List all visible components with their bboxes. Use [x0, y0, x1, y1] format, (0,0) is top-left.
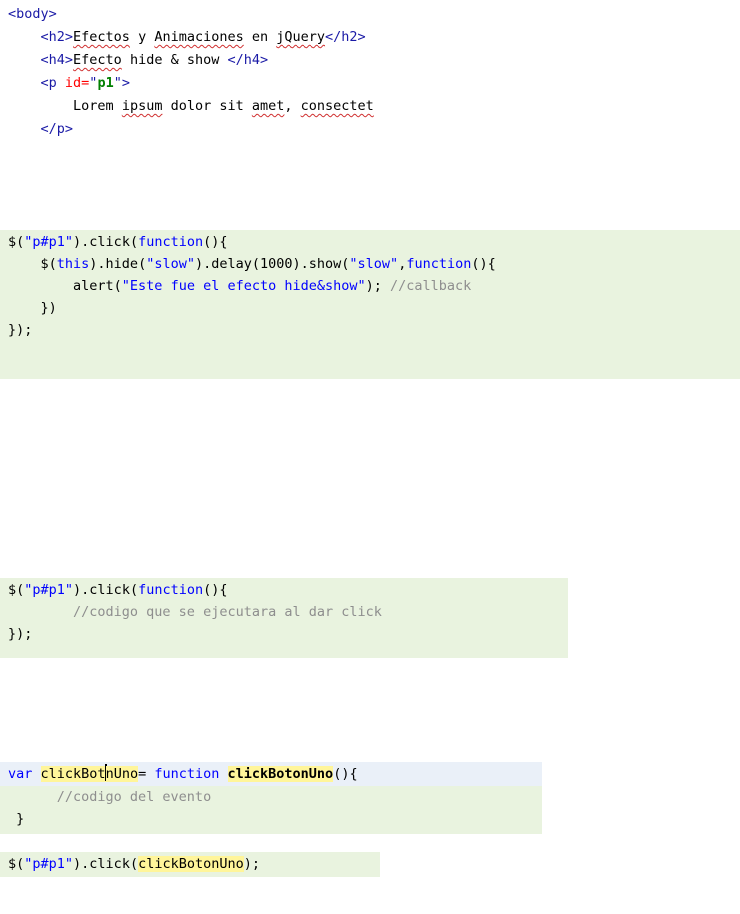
code-line: }) — [8, 300, 57, 316]
code-line: <p id="p1"> — [40, 75, 130, 91]
code-block-call: $("p#p1").click(clickBotonUno); — [0, 852, 380, 877]
code-line: $("p#p1").click(clickBotonUno); — [8, 856, 261, 872]
code-line: </p> — [40, 121, 74, 137]
code-line: Lorem ipsum dolor sit amet, consectet — [73, 98, 374, 114]
code-line: $("p#p1").click(function(){ — [8, 582, 228, 598]
code-line: <h4>Efecto hide & show </h4> — [40, 52, 269, 68]
code-line: //codigo del evento — [8, 789, 212, 805]
code-block-click: $("p#p1").click(function(){ //codigo que… — [0, 578, 568, 658]
code-line: alert("Este fue el efecto hide&show"); /… — [8, 278, 472, 294]
code-block-var-function: var clickBotnUno= function clickBotonUno… — [0, 762, 542, 834]
code-line: }); — [8, 626, 33, 642]
code-line: var clickBotnUno= function clickBotonUno… — [8, 764, 358, 782]
code-block-hide-show: $("p#p1").click(function(){ $(this).hide… — [0, 230, 740, 379]
code-line: } — [8, 811, 25, 827]
code-line: //codigo que se ejecutara al dar click — [8, 604, 382, 620]
code-line: $(this).hide("slow").delay(1000).show("s… — [8, 256, 496, 272]
html-snippet: <body> <h2>Efectos y Animaciones en jQue… — [8, 4, 608, 137]
code-line: $("p#p1").click(function(){ — [8, 234, 228, 250]
code-line: <body> — [8, 6, 57, 22]
code-line: <h2>Efectos y Animaciones en jQuery</h2> — [40, 29, 366, 45]
code-line: }); — [8, 322, 33, 338]
